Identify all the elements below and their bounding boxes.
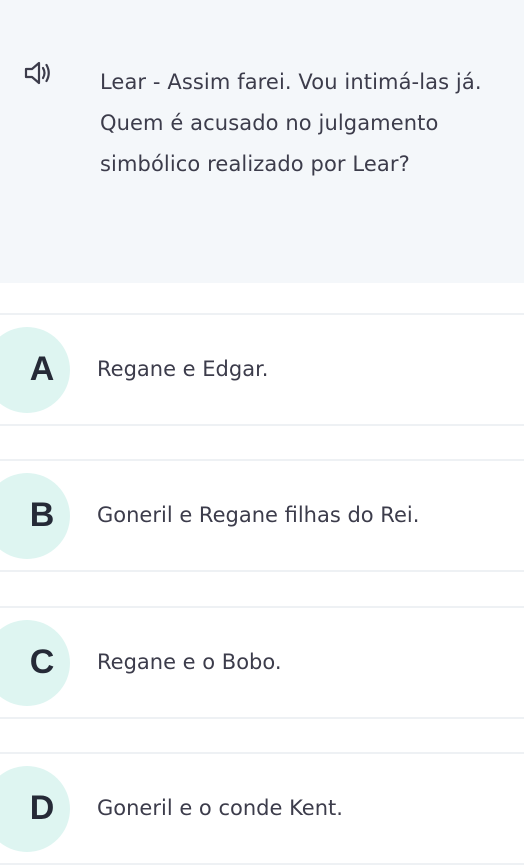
option-letter: A [29,350,55,388]
option-letter: C [29,643,55,681]
question-panel: Lear - Assim farei. Vou intimá-las já. Q… [0,0,524,283]
answer-option-b[interactable]: B Goneril e Regane filhas do Rei. [0,459,524,572]
option-letter: B [29,496,55,534]
answer-option-a[interactable]: A Regane e Edgar. [0,313,524,426]
option-text: Goneril e Regane filhas do Rei. [97,503,420,527]
speaker-icon [24,61,50,85]
option-text: Regane e o Bobo. [97,650,282,674]
option-text: Regane e Edgar. [97,357,269,381]
answer-option-c[interactable]: C Regane e o Bobo. [0,606,524,719]
answer-option-d[interactable]: D Goneril e o conde Kent. [0,752,524,865]
question-text: Lear - Assim farei. Vou intimá-las já. Q… [100,70,482,176]
play-audio-button[interactable] [22,58,52,88]
option-letter: D [29,789,55,827]
option-text: Goneril e o conde Kent. [97,796,343,820]
